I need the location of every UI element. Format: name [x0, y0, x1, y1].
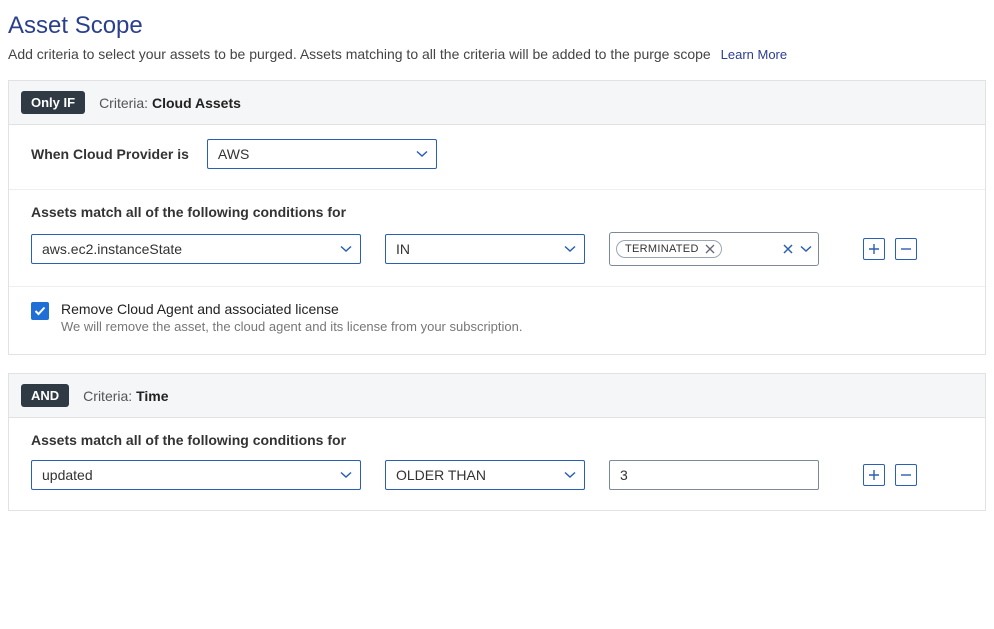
remove-condition-button[interactable] — [895, 464, 917, 486]
page-description-text: Add criteria to select your assets to be… — [8, 46, 711, 62]
condition-operator-value: IN — [396, 241, 410, 257]
condition-value-multiselect[interactable]: TERMINATED — [609, 232, 819, 266]
conditions-section: Assets match all of the following condit… — [9, 418, 985, 510]
conditions-title: Assets match all of the following condit… — [31, 432, 963, 448]
conditions-title: Assets match all of the following condit… — [31, 204, 963, 220]
condition-row: updated OLDER THAN — [31, 460, 963, 490]
criteria-block-cloud-assets: Only IF Criteria: Cloud Assets When Clou… — [8, 80, 986, 355]
value-tag-terminated: TERMINATED — [616, 240, 722, 258]
remove-agent-section: Remove Cloud Agent and associated licens… — [9, 287, 985, 354]
clear-all-button[interactable] — [782, 243, 794, 255]
criteria-prefix: Criteria: — [99, 95, 148, 111]
criteria-label: Criteria: Time — [83, 388, 168, 404]
criteria-block-time: AND Criteria: Time Assets match all of t… — [8, 373, 986, 511]
chevron-down-icon — [340, 471, 352, 479]
only-if-badge: Only IF — [21, 91, 85, 114]
cloud-provider-value: AWS — [218, 146, 249, 162]
condition-actions — [863, 464, 917, 486]
condition-field-select[interactable]: aws.ec2.instanceState — [31, 234, 361, 264]
condition-value-input[interactable] — [609, 460, 819, 490]
chevron-down-icon[interactable] — [800, 245, 812, 253]
remove-tag-button[interactable] — [705, 244, 715, 254]
chevron-down-icon — [564, 471, 576, 479]
chevron-down-icon — [416, 150, 428, 158]
add-condition-button[interactable] — [863, 464, 885, 486]
page-description: Add criteria to select your assets to be… — [8, 46, 986, 62]
condition-actions — [863, 238, 917, 260]
chevron-down-icon — [340, 245, 352, 253]
criteria-prefix: Criteria: — [83, 388, 132, 404]
value-tag-label: TERMINATED — [625, 243, 699, 255]
condition-operator-select[interactable]: OLDER THAN — [385, 460, 585, 490]
page-title: Asset Scope — [8, 12, 986, 40]
provider-section: When Cloud Provider is AWS — [9, 125, 985, 190]
condition-operator-select[interactable]: IN — [385, 234, 585, 264]
add-condition-button[interactable] — [863, 238, 885, 260]
condition-field-value: updated — [42, 467, 93, 483]
criteria-name: Time — [136, 388, 168, 404]
and-badge: AND — [21, 384, 69, 407]
condition-field-value: aws.ec2.instanceState — [42, 241, 182, 257]
condition-operator-value: OLDER THAN — [396, 467, 486, 483]
criteria-header: Only IF Criteria: Cloud Assets — [9, 81, 985, 125]
learn-more-link[interactable]: Learn More — [721, 47, 787, 62]
condition-field-select[interactable]: updated — [31, 460, 361, 490]
remove-cloud-agent-label: Remove Cloud Agent and associated licens… — [61, 301, 522, 317]
condition-row: aws.ec2.instanceState IN TERMINATED — [31, 232, 963, 266]
remove-condition-button[interactable] — [895, 238, 917, 260]
remove-cloud-agent-sublabel: We will remove the asset, the cloud agen… — [61, 319, 522, 334]
cloud-provider-select[interactable]: AWS — [207, 139, 437, 169]
remove-cloud-agent-checkbox[interactable] — [31, 302, 49, 320]
criteria-label: Criteria: Cloud Assets — [99, 95, 241, 111]
chevron-down-icon — [564, 245, 576, 253]
criteria-header: AND Criteria: Time — [9, 374, 985, 418]
criteria-name: Cloud Assets — [152, 95, 241, 111]
conditions-section: Assets match all of the following condit… — [9, 190, 985, 287]
cloud-provider-label: When Cloud Provider is — [31, 146, 189, 162]
